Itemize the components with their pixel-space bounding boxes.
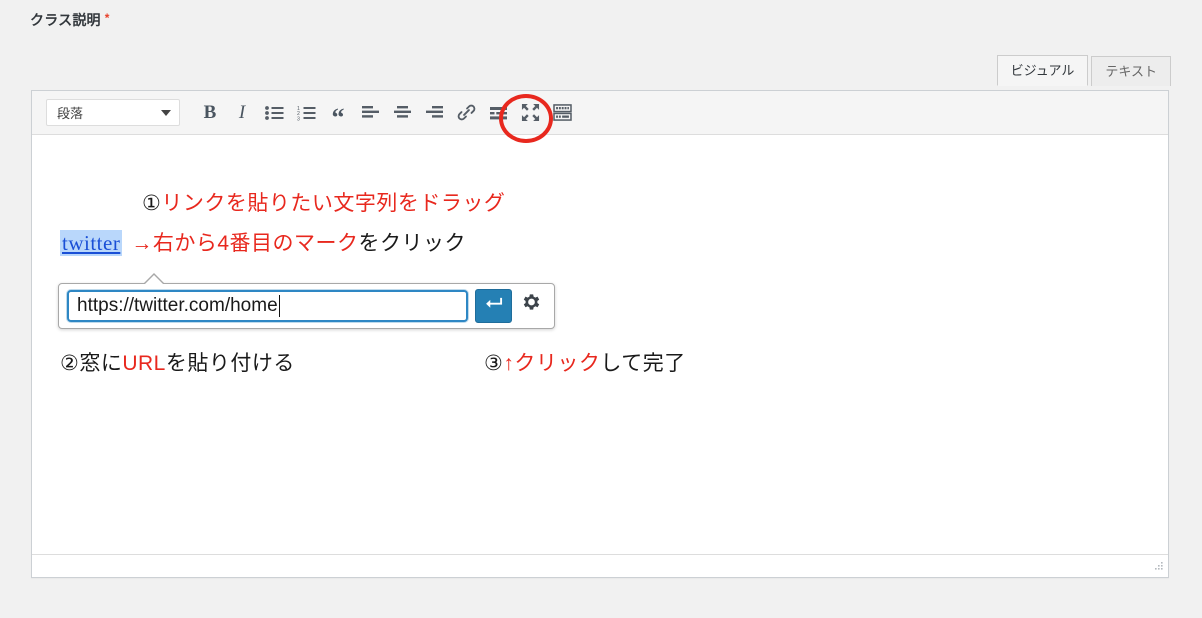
annotation-step-1: ①リンクを貼りたい文字列をドラッグ bbox=[142, 187, 505, 217]
bullet-list-button[interactable] bbox=[258, 98, 290, 128]
visual-editor: 段落 B I 1 2 3 “ ①リンクを貼りたい文字列をドラッグ twitter… bbox=[31, 90, 1169, 578]
annotation-step-1b: twitter →右から4番目のマークをクリック bbox=[60, 227, 466, 257]
page-title: クラス説明 * bbox=[30, 10, 110, 30]
editor-mode-tabs: ビジュアル テキスト bbox=[994, 55, 1171, 86]
up-arrow-icon: ↑ bbox=[503, 352, 515, 375]
popup-pointer bbox=[144, 275, 164, 285]
align-right-button[interactable] bbox=[418, 98, 450, 128]
numbered-list-button[interactable]: 1 2 3 bbox=[290, 98, 322, 128]
annotation-step-1-text: リンクを貼りたい文字列をドラッグ bbox=[161, 192, 506, 215]
read-more-icon bbox=[489, 105, 508, 121]
annotation-step-3-prefix: ③ bbox=[484, 352, 504, 375]
fullscreen-icon bbox=[521, 103, 540, 122]
editor-status-bar bbox=[32, 554, 1168, 577]
annotation-step-2: ②窓にURLを貼り付ける bbox=[60, 347, 295, 377]
editor-content-area[interactable]: ①リンクを貼りたい文字列をドラッグ twitter →右から4番目のマークをクリッ… bbox=[32, 135, 1168, 555]
toolbar-toggle-button[interactable] bbox=[546, 98, 578, 128]
annotation-step-3: ③↑クリックして完了 bbox=[484, 347, 686, 377]
blockquote-icon: “ bbox=[331, 102, 345, 132]
annotation-step-1b-black: をクリック bbox=[358, 232, 467, 255]
link-url-value: https://twitter.com/home bbox=[77, 295, 278, 316]
svg-text:3: 3 bbox=[297, 116, 300, 121]
link-options-button[interactable] bbox=[516, 290, 546, 322]
annotation-step-1b-red: →右から4番目のマーク bbox=[131, 232, 359, 255]
align-center-icon bbox=[393, 105, 412, 121]
inline-link-popup: https://twitter.com/home bbox=[58, 273, 555, 329]
editor-toolbar: 段落 B I 1 2 3 “ bbox=[32, 91, 1168, 143]
toolbar-toggle-icon bbox=[552, 104, 572, 121]
align-right-icon bbox=[425, 105, 444, 121]
align-left-icon bbox=[361, 105, 380, 121]
bold-icon: B bbox=[203, 102, 217, 123]
chevron-down-icon bbox=[161, 109, 171, 116]
annotation-step-2-red: URL bbox=[122, 352, 166, 375]
field-label-text: クラス説明 bbox=[30, 12, 101, 28]
align-center-button[interactable] bbox=[386, 98, 418, 128]
text-cursor bbox=[278, 295, 280, 317]
blockquote-button[interactable]: “ bbox=[322, 98, 354, 132]
link-icon bbox=[456, 102, 477, 123]
numbered-list-icon: 1 2 3 bbox=[297, 105, 316, 121]
annotation-step-3-red: クリック bbox=[514, 352, 601, 375]
align-left-button[interactable] bbox=[354, 98, 386, 128]
enter-arrow-icon bbox=[484, 296, 503, 317]
required-asterisk: * bbox=[104, 11, 110, 25]
paragraph-format-value: 段落 bbox=[57, 106, 84, 121]
apply-link-button[interactable] bbox=[475, 289, 512, 323]
bold-button[interactable]: B bbox=[194, 98, 226, 128]
editor-resize-handle[interactable] bbox=[1151, 561, 1165, 575]
tab-visual[interactable]: ビジュアル bbox=[996, 55, 1089, 86]
read-more-button[interactable] bbox=[482, 98, 514, 128]
selected-link-text[interactable]: twitter bbox=[60, 230, 123, 256]
italic-button[interactable]: I bbox=[226, 98, 258, 128]
bulleted-list-icon bbox=[264, 105, 284, 121]
italic-icon: I bbox=[238, 102, 246, 123]
paragraph-format-select[interactable]: 段落 bbox=[46, 99, 180, 126]
link-url-input[interactable]: https://twitter.com/home bbox=[67, 290, 468, 322]
gear-icon bbox=[521, 293, 542, 319]
insert-link-button[interactable] bbox=[450, 98, 482, 128]
annotation-step-2-suffix: を貼り付ける bbox=[165, 352, 295, 375]
tab-text[interactable]: テキスト bbox=[1091, 56, 1171, 86]
annotation-step-2-prefix: ②窓に bbox=[60, 352, 123, 375]
annotation-step-1-number: ① bbox=[142, 192, 162, 215]
annotation-step-3-suffix: して完了 bbox=[600, 352, 686, 375]
fullscreen-button[interactable] bbox=[514, 98, 546, 128]
